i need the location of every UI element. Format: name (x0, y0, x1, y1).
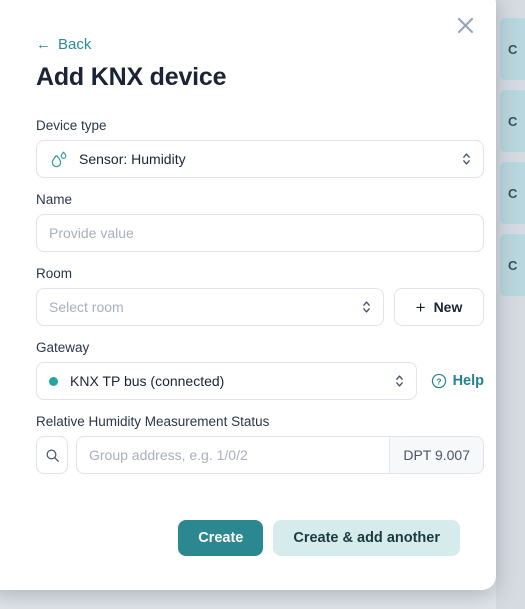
device-type-label: Device type (36, 118, 107, 133)
chevron-updown-icon (463, 153, 470, 165)
gateway-row: KNX TP bus (connected) ? Help (36, 362, 484, 400)
close-button[interactable] (452, 12, 478, 38)
name-field: Name Provide value (36, 192, 484, 252)
room-row: Select room + New (36, 288, 484, 326)
device-type-field: Device type Sensor: Humidity (36, 118, 484, 178)
plus-icon: + (415, 297, 426, 317)
back-label: Back (58, 36, 92, 53)
add-new-room-label: New (433, 299, 463, 315)
group-address-input-wrapper: DPT 9.007 (76, 436, 484, 474)
background-list-item: C (500, 18, 525, 80)
help-label: Help (452, 373, 484, 389)
group-address-row: DPT 9.007 (36, 436, 484, 474)
background-list-item: C (500, 90, 525, 152)
page-title: Add KNX device (36, 63, 227, 91)
connected-status-dot (49, 376, 58, 386)
create-and-add-another-button[interactable]: Create & add another (273, 520, 460, 556)
help-link[interactable]: ? Help (427, 362, 484, 400)
device-form: Device type Sensor: Humidity Name Provid (36, 118, 484, 488)
background-device-list: C C C C (496, 0, 525, 609)
search-icon (46, 449, 59, 462)
room-select[interactable]: Select room (36, 288, 384, 326)
add-new-room-button[interactable]: + New (394, 288, 484, 326)
gateway-select[interactable]: KNX TP bus (connected) (36, 362, 417, 400)
background-list-item-label: C (508, 113, 518, 129)
gateway-field: Gateway KNX TP bus (connected) ? Help (36, 340, 484, 400)
gateway-value: KNX TP bus (connected) (70, 373, 225, 389)
background-list-item: C (500, 234, 525, 296)
room-field: Room Select room + New (36, 266, 484, 326)
group-address-search-button[interactable] (36, 436, 68, 474)
page-root: C C C C ← Back Add KNX device Device typ… (0, 0, 525, 609)
close-icon (457, 17, 473, 33)
room-select-value: Select room (49, 299, 124, 315)
back-arrow-icon: ← (36, 36, 51, 53)
dpt-badge: DPT 9.007 (389, 437, 483, 473)
group-address-field: Relative Humidity Measurement Status DPT… (36, 414, 484, 474)
create-button[interactable]: Create (178, 520, 264, 556)
name-input[interactable]: Provide value (49, 225, 134, 241)
dialog-actions: Create Create & add another (178, 520, 460, 556)
chevron-updown-icon (363, 301, 370, 313)
group-address-input[interactable] (77, 437, 390, 473)
chevron-updown-icon (395, 375, 403, 387)
background-list-item-label: C (508, 41, 518, 57)
back-link[interactable]: ← Back (36, 36, 91, 53)
group-address-label: Relative Humidity Measurement Status (36, 414, 270, 429)
gateway-label: Gateway (36, 340, 90, 355)
add-knx-device-dialog: ← Back Add KNX device Device type Sensor… (0, 0, 496, 590)
device-type-select[interactable]: Sensor: Humidity (36, 140, 484, 178)
room-label: Room (36, 266, 73, 281)
device-type-value: Sensor: Humidity (79, 151, 186, 167)
svg-text:?: ? (436, 376, 441, 386)
name-label: Name (36, 192, 73, 207)
background-list-item-label: C (508, 257, 518, 273)
background-list-item-label: C (508, 185, 518, 201)
humidity-droplet-icon (51, 151, 67, 168)
question-circle-icon: ? (431, 373, 446, 389)
background-list-item: C (500, 162, 525, 224)
name-input-wrapper[interactable]: Provide value (36, 214, 484, 252)
